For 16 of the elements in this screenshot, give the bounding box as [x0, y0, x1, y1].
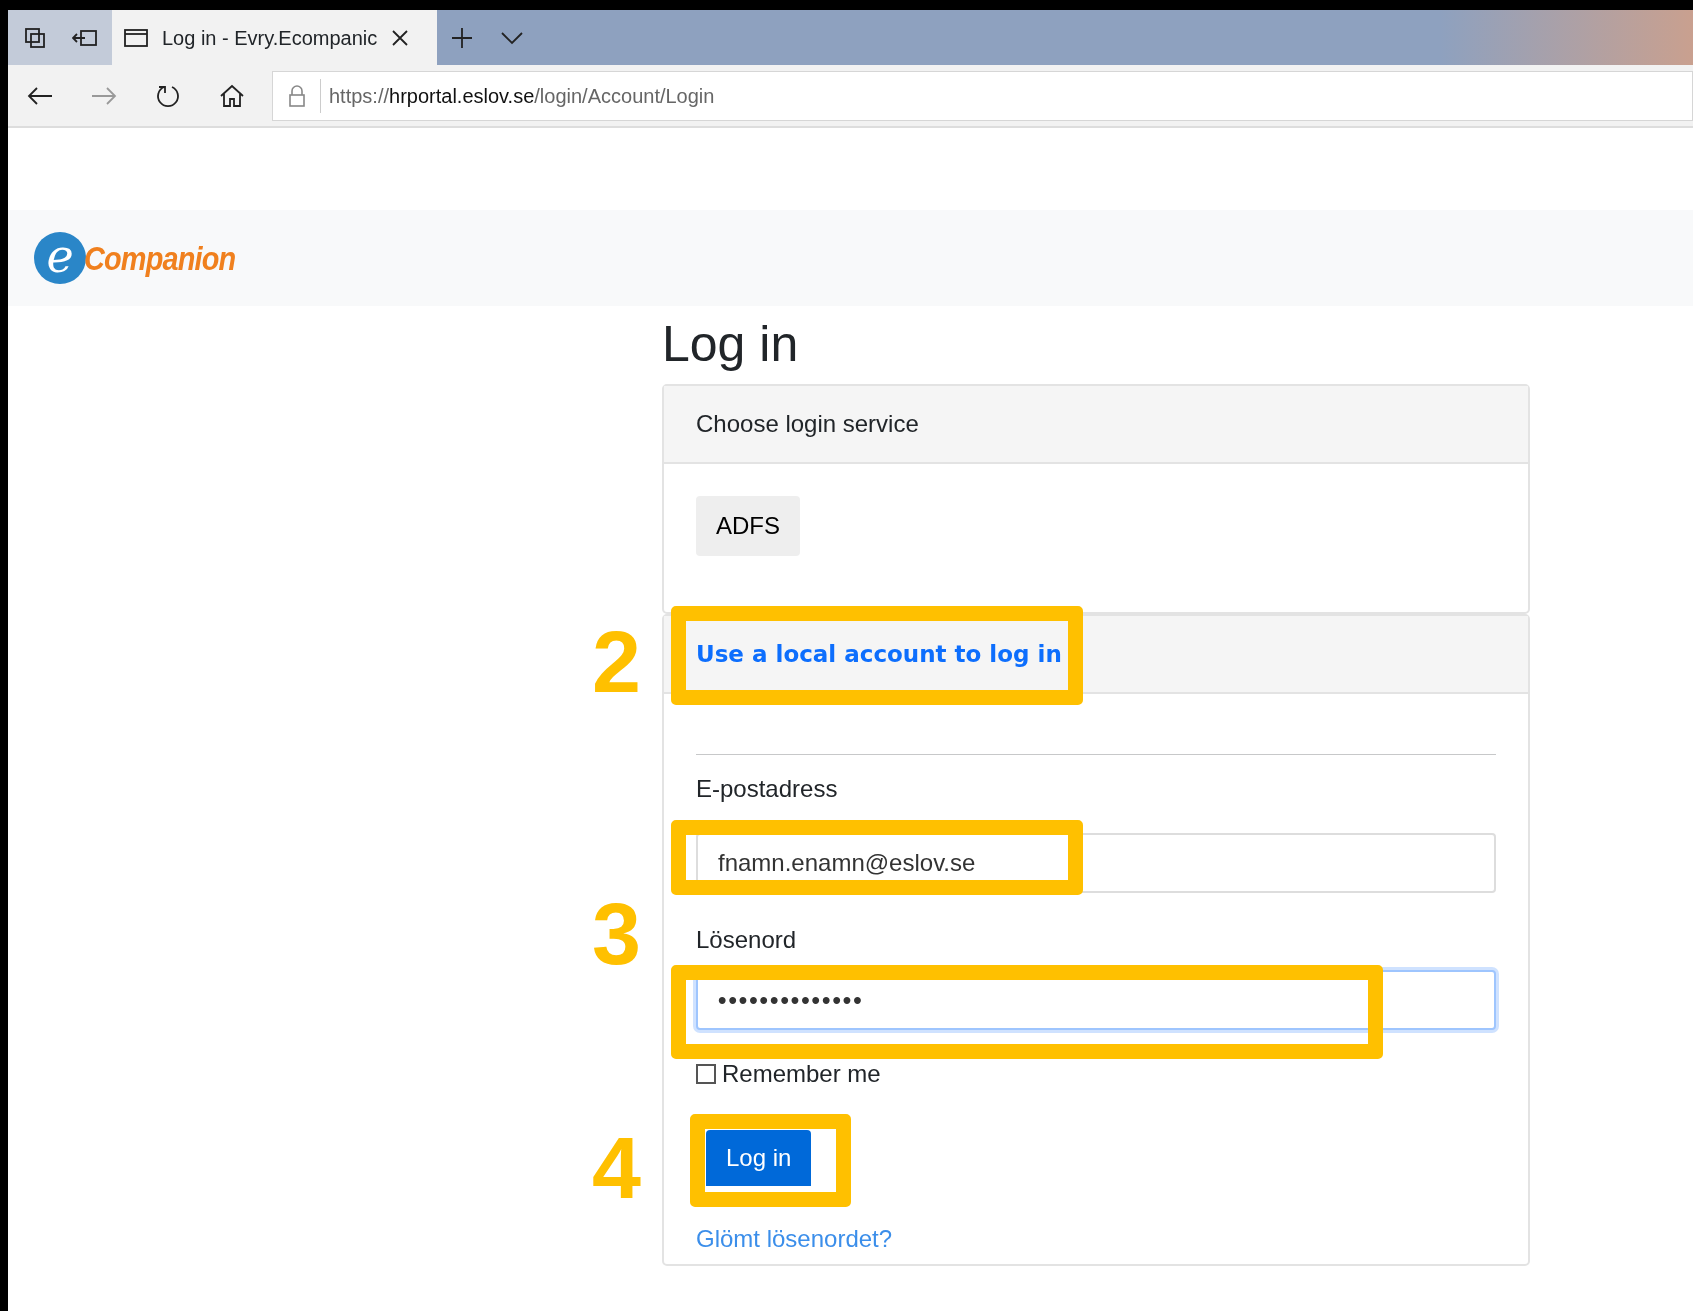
local-account-link[interactable]: Use a local account to log in: [696, 636, 1062, 672]
step-number: 2: [592, 618, 641, 706]
logo-mark: e: [34, 232, 86, 284]
field-label: E-postadress: [696, 774, 838, 804]
adfs-button[interactable]: ADFS: [696, 496, 800, 556]
card-header-text: Choose login service: [696, 409, 919, 439]
tab-title: Log in - Evry.Ecompanic: [162, 25, 378, 51]
browser-tab[interactable]: Log in - Evry.Ecompanic: [112, 10, 437, 65]
logo-wordmark: Companion: [84, 237, 236, 279]
checkbox-label: Remember me: [722, 1060, 881, 1087]
step-number: 3: [592, 890, 641, 978]
address-url[interactable]: https://hrportal.eslov.se/login/Account/Login: [329, 80, 715, 111]
page-heading: Log in: [662, 315, 800, 374]
step-number: 4: [592, 1124, 641, 1212]
field-label: Lösenord: [696, 925, 797, 955]
login-button[interactable]: Log in: [706, 1130, 812, 1186]
